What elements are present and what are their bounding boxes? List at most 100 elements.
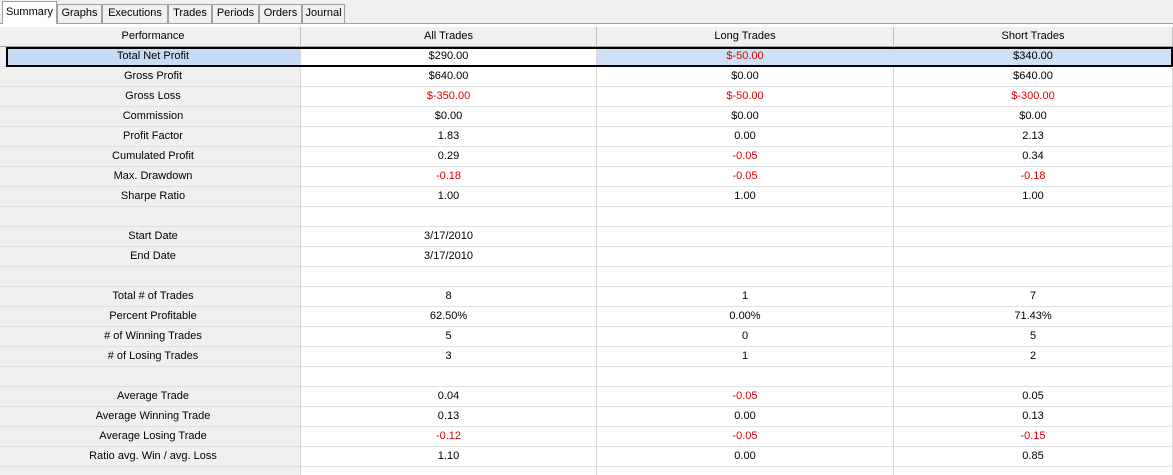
short-trades-cell[interactable]: 1.00 bbox=[894, 187, 1173, 207]
all-trades-cell[interactable]: 3 bbox=[301, 347, 597, 367]
table-row[interactable]: Average Winning Trade 0.13 0.00 0.13 bbox=[0, 407, 1173, 427]
table-row[interactable] bbox=[0, 207, 1173, 227]
tab-journal[interactable]: Journal bbox=[302, 4, 345, 23]
column-header-long-trades[interactable]: Long Trades bbox=[597, 27, 894, 47]
table-row[interactable]: Ratio avg. Win / avg. Loss 1.10 0.00 0.85 bbox=[0, 447, 1173, 467]
table-row[interactable]: Gross Profit $640.00 $0.00 $640.00 bbox=[0, 67, 1173, 87]
metric-label-cell[interactable]: Commission bbox=[6, 107, 301, 127]
table-row[interactable]: Commission $0.00 $0.00 $0.00 bbox=[0, 107, 1173, 127]
all-trades-cell[interactable]: $290.00 bbox=[301, 47, 597, 67]
long-trades-cell[interactable]: $-50.00 bbox=[597, 87, 894, 107]
metric-label-cell[interactable]: Average Winning Trade bbox=[6, 407, 301, 427]
all-trades-cell[interactable]: 1.83 bbox=[301, 127, 597, 147]
long-trades-cell[interactable] bbox=[597, 247, 894, 267]
table-row[interactable]: Total # of Trades 8 1 7 bbox=[0, 287, 1173, 307]
long-trades-cell[interactable]: -0.05 bbox=[597, 427, 894, 447]
column-header-short-trades[interactable]: Short Trades bbox=[894, 27, 1173, 47]
metric-label-cell[interactable]: Ratio avg. Win / avg. Loss bbox=[6, 447, 301, 467]
long-trades-cell[interactable]: $0.00 bbox=[597, 107, 894, 127]
short-trades-cell[interactable] bbox=[894, 227, 1173, 247]
all-trades-cell[interactable]: 62.50% bbox=[301, 307, 597, 327]
column-header-performance[interactable]: Performance bbox=[6, 27, 301, 47]
table-row[interactable]: Max. Drawdown -0.18 -0.05 -0.18 bbox=[0, 167, 1173, 187]
metric-label-cell[interactable]: Gross Profit bbox=[6, 67, 301, 87]
short-trades-cell[interactable] bbox=[894, 247, 1173, 267]
short-trades-cell[interactable]: 0.05 bbox=[894, 387, 1173, 407]
table-row[interactable]: Average Losing Trade -0.12 -0.05 -0.15 bbox=[0, 427, 1173, 447]
table-row[interactable]: Sharpe Ratio 1.00 1.00 1.00 bbox=[0, 187, 1173, 207]
long-trades-cell[interactable] bbox=[597, 207, 894, 227]
all-trades-cell[interactable]: $0.00 bbox=[301, 107, 597, 127]
long-trades-cell[interactable] bbox=[597, 267, 894, 287]
tab-summary[interactable]: Summary bbox=[2, 1, 57, 24]
table-row[interactable]: Start Date 3/17/2010 bbox=[0, 227, 1173, 247]
all-trades-cell[interactable]: -0.12 bbox=[301, 427, 597, 447]
tab-trades[interactable]: Trades bbox=[168, 4, 212, 23]
metric-label-cell[interactable]: Start Date bbox=[6, 227, 301, 247]
all-trades-cell[interactable]: 5 bbox=[301, 327, 597, 347]
table-row[interactable]: Profit Factor 1.83 0.00 2.13 bbox=[0, 127, 1173, 147]
long-trades-cell[interactable]: 1 bbox=[597, 347, 894, 367]
table-row[interactable] bbox=[0, 267, 1173, 287]
short-trades-cell[interactable]: -0.18 bbox=[894, 167, 1173, 187]
short-trades-cell[interactable]: 2.13 bbox=[894, 127, 1173, 147]
short-trades-cell[interactable]: $-300.00 bbox=[894, 87, 1173, 107]
short-trades-cell[interactable] bbox=[894, 267, 1173, 287]
all-trades-cell[interactable] bbox=[301, 207, 597, 227]
short-trades-cell[interactable]: 7 bbox=[894, 287, 1173, 307]
metric-label-cell[interactable]: Total Net Profit bbox=[6, 47, 301, 67]
short-trades-cell[interactable]: $340.00 bbox=[894, 47, 1173, 67]
all-trades-cell[interactable] bbox=[301, 367, 597, 387]
long-trades-cell[interactable]: -0.05 bbox=[597, 387, 894, 407]
long-trades-cell[interactable]: 0.00 bbox=[597, 447, 894, 467]
tab-periods[interactable]: Periods bbox=[212, 4, 259, 23]
long-trades-cell[interactable]: -0.05 bbox=[597, 167, 894, 187]
long-trades-cell[interactable]: $-50.00 bbox=[597, 47, 894, 67]
short-trades-cell[interactable]: 0.13 bbox=[894, 407, 1173, 427]
metric-label-cell[interactable]: Gross Loss bbox=[6, 87, 301, 107]
table-row[interactable]: Cumulated Profit 0.29 -0.05 0.34 bbox=[0, 147, 1173, 167]
short-trades-cell[interactable] bbox=[894, 207, 1173, 227]
long-trades-cell[interactable]: 0.00 bbox=[597, 127, 894, 147]
all-trades-cell[interactable]: 3/17/2010 bbox=[301, 227, 597, 247]
long-trades-cell[interactable]: 1.00 bbox=[597, 187, 894, 207]
long-trades-cell[interactable]: $0.00 bbox=[597, 67, 894, 87]
table-row[interactable]: Percent Profitable 62.50% 0.00% 71.43% bbox=[0, 307, 1173, 327]
short-trades-cell[interactable]: 71.43% bbox=[894, 307, 1173, 327]
table-row[interactable]: Average Trade 0.04 -0.05 0.05 bbox=[0, 387, 1173, 407]
all-trades-cell[interactable]: $-350.00 bbox=[301, 87, 597, 107]
long-trades-cell[interactable]: 0.00% bbox=[597, 307, 894, 327]
all-trades-cell[interactable]: 0.29 bbox=[301, 147, 597, 167]
short-trades-cell[interactable]: 2 bbox=[894, 347, 1173, 367]
column-header-all-trades[interactable]: All Trades bbox=[301, 27, 597, 47]
table-row[interactable]: # of Winning Trades 5 0 5 bbox=[0, 327, 1173, 347]
tab-graphs[interactable]: Graphs bbox=[57, 4, 102, 23]
short-trades-cell[interactable]: -0.15 bbox=[894, 427, 1173, 447]
metric-label-cell[interactable]: Average Trade bbox=[6, 387, 301, 407]
table-row[interactable]: End Date 3/17/2010 bbox=[0, 247, 1173, 267]
short-trades-cell[interactable]: $0.00 bbox=[894, 107, 1173, 127]
metric-label-cell[interactable]: # of Losing Trades bbox=[6, 347, 301, 367]
long-trades-cell[interactable] bbox=[597, 467, 894, 475]
long-trades-cell[interactable] bbox=[597, 367, 894, 387]
all-trades-cell[interactable] bbox=[301, 267, 597, 287]
metric-label-cell[interactable]: Profit Factor bbox=[6, 127, 301, 147]
all-trades-cell[interactable]: 1.10 bbox=[301, 447, 597, 467]
all-trades-cell[interactable]: $640.00 bbox=[301, 67, 597, 87]
metric-label-cell[interactable] bbox=[6, 367, 301, 387]
table-row[interactable] bbox=[0, 467, 1173, 475]
all-trades-cell[interactable]: 1.00 bbox=[301, 187, 597, 207]
tab-orders[interactable]: Orders bbox=[259, 4, 302, 23]
all-trades-cell[interactable]: 0.13 bbox=[301, 407, 597, 427]
short-trades-cell[interactable]: 5 bbox=[894, 327, 1173, 347]
long-trades-cell[interactable]: 1 bbox=[597, 287, 894, 307]
all-trades-cell[interactable]: 3/17/2010 bbox=[301, 247, 597, 267]
short-trades-cell[interactable]: $640.00 bbox=[894, 67, 1173, 87]
all-trades-cell[interactable]: 8 bbox=[301, 287, 597, 307]
table-row[interactable] bbox=[0, 367, 1173, 387]
all-trades-cell[interactable]: -0.18 bbox=[301, 167, 597, 187]
metric-label-cell[interactable]: Sharpe Ratio bbox=[6, 187, 301, 207]
long-trades-cell[interactable]: 0 bbox=[597, 327, 894, 347]
metric-label-cell[interactable] bbox=[6, 267, 301, 287]
metric-label-cell[interactable]: # of Winning Trades bbox=[6, 327, 301, 347]
